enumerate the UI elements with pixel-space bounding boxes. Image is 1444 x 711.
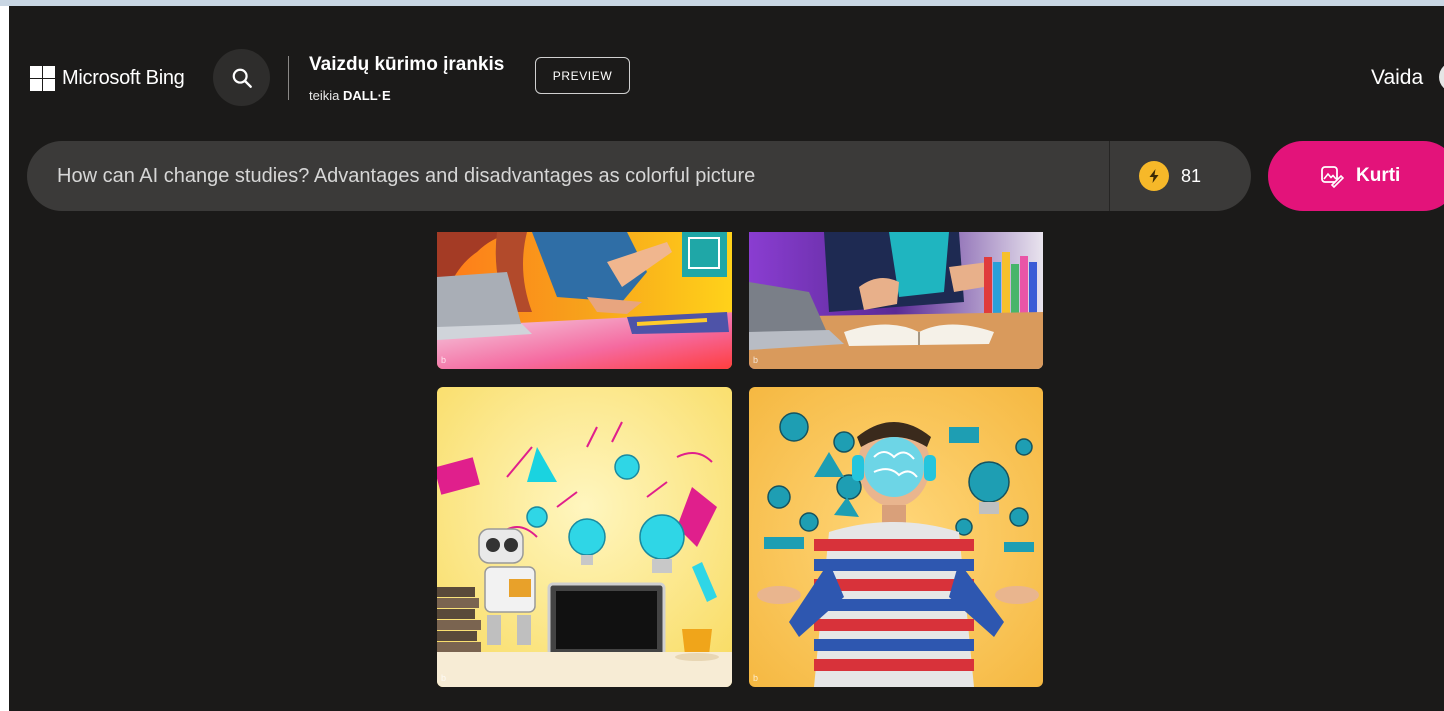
result-image-2[interactable]: b	[749, 232, 1043, 369]
boost-count: 81	[1181, 165, 1202, 186]
brand-name: Microsoft Bing	[62, 66, 185, 89]
prompt-divider	[1109, 141, 1110, 211]
result-image-1[interactable]: b	[437, 232, 732, 369]
header: Microsoft Bing Vaizdų kūrimo įrankis tei…	[9, 6, 1444, 140]
prompt-input[interactable]: How can AI change studies? Advantages an…	[57, 165, 755, 188]
search-button[interactable]	[213, 49, 270, 106]
tool-subtitle: teikia DALL·E	[309, 88, 391, 103]
powered-by-label: teikia	[309, 88, 340, 103]
create-button-label: Kurti	[1356, 165, 1401, 186]
prompt-bar: How can AI change studies? Advantages an…	[27, 141, 1251, 211]
result-image-4[interactable]: b	[749, 387, 1043, 687]
header-divider	[288, 56, 289, 100]
boost-counter[interactable]: 81	[1139, 161, 1201, 191]
dalle-brand: DALL·E	[342, 88, 391, 103]
image-create-icon	[1321, 166, 1344, 188]
bing-home-link[interactable]: Microsoft Bing	[30, 65, 185, 91]
bing-watermark-icon: b	[441, 355, 447, 365]
tool-title: Vaizdų kūrimo įrankis	[309, 54, 505, 75]
preview-badge: PREVIEW	[535, 57, 630, 94]
create-button[interactable]: Kurti	[1268, 141, 1444, 211]
bing-watermark-icon: b	[753, 355, 759, 365]
lightning-icon	[1139, 161, 1169, 191]
result-image-3[interactable]: b	[437, 387, 732, 687]
search-icon	[232, 68, 252, 88]
bing-watermark-icon: b	[753, 673, 759, 683]
bing-watermark-icon: b	[441, 673, 447, 683]
avatar[interactable]	[1439, 62, 1444, 92]
microsoft-logo-icon	[30, 65, 55, 91]
window-left-edge	[0, 6, 9, 711]
user-name[interactable]: Vaida	[1371, 66, 1423, 90]
